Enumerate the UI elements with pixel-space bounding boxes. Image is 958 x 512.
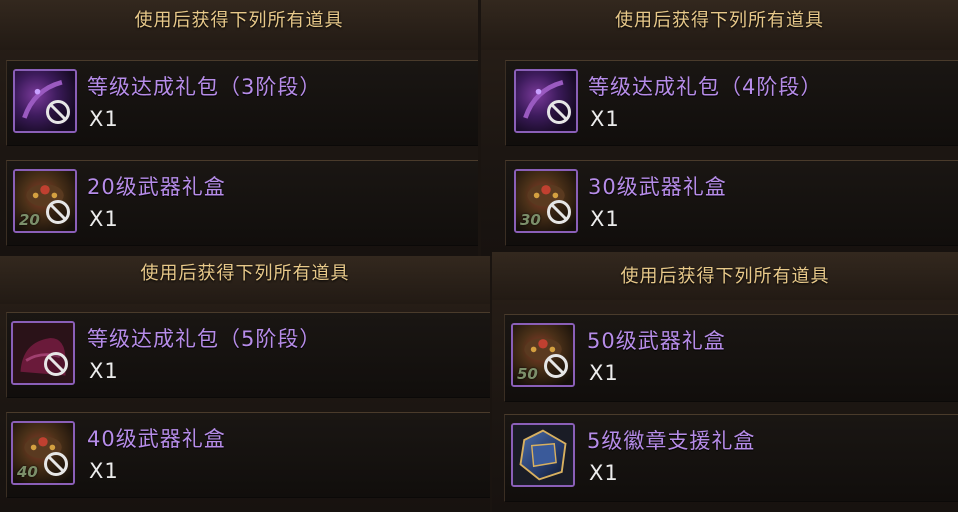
panel-title: 使用后获得下列所有道具	[620, 266, 830, 287]
item-name: 50级武器礼盒	[587, 329, 726, 353]
item-name: 等级达成礼包（4阶段）	[588, 75, 823, 99]
forbidden-icon	[43, 351, 69, 377]
forbidden-icon	[43, 451, 69, 477]
reward-item[interactable]: 40 40级武器礼盒 X1	[6, 412, 490, 498]
panel-title: 使用后获得下列所有道具	[615, 10, 824, 31]
item-quantity: X1	[589, 361, 619, 385]
weapon-box-icon: 40	[11, 421, 75, 485]
reward-panel-3: 使用后获得下列所有道具 等级达成礼包（5阶段） X1 40 40级武器礼盒 X1	[0, 256, 490, 512]
reward-item[interactable]: 等级达成礼包（4阶段） X1	[505, 60, 958, 146]
weapon-box-icon: 50	[511, 323, 575, 387]
item-quantity: X1	[589, 461, 619, 485]
gift-pack-icon	[514, 69, 578, 133]
item-name: 5级徽章支援礼盒	[587, 429, 756, 453]
item-name: 等级达成礼包（5阶段）	[87, 327, 322, 351]
item-name: 等级达成礼包（3阶段）	[87, 75, 322, 99]
emblem-box-icon	[511, 423, 575, 487]
level-badge: 40	[17, 463, 38, 481]
reward-panel-4: 使用后获得下列所有道具 50 50级武器礼盒 X1 5级徽章支援礼盒 X1	[492, 252, 958, 512]
item-name: 30级武器礼盒	[588, 175, 727, 199]
reward-item[interactable]: 30 30级武器礼盒 X1	[505, 160, 958, 246]
reward-panel-1: 使用后获得下列所有道具 等级达成礼包（3阶段） X1 20 20级武器礼盒 X1	[0, 0, 478, 256]
weapon-box-icon: 30	[514, 169, 578, 233]
level-badge: 20	[19, 211, 40, 229]
weapon-box-icon: 20	[13, 169, 77, 233]
gift-pack-icon	[11, 321, 75, 385]
gift-pack-icon	[13, 69, 77, 133]
reward-item[interactable]: 等级达成礼包（3阶段） X1	[6, 60, 478, 146]
reward-panel-2: 使用后获得下列所有道具 等级达成礼包（4阶段） X1 30 30级武器礼盒 X1	[481, 0, 958, 256]
item-name: 20级武器礼盒	[87, 175, 226, 199]
forbidden-icon	[45, 199, 71, 225]
item-quantity: X1	[89, 207, 119, 231]
forbidden-icon	[546, 99, 572, 125]
item-quantity: X1	[89, 459, 119, 483]
forbidden-icon	[546, 199, 572, 225]
level-badge: 30	[520, 211, 541, 229]
reward-item[interactable]: 5级徽章支援礼盒 X1	[504, 414, 958, 502]
item-quantity: X1	[89, 107, 119, 131]
item-quantity: X1	[590, 207, 620, 231]
reward-item[interactable]: 20 20级武器礼盒 X1	[6, 160, 478, 246]
reward-item[interactable]: 50 50级武器礼盒 X1	[504, 314, 958, 402]
item-name: 40级武器礼盒	[87, 427, 226, 451]
forbidden-icon	[543, 353, 569, 379]
level-badge: 50	[517, 365, 538, 383]
forbidden-icon	[45, 99, 71, 125]
reward-item[interactable]: 等级达成礼包（5阶段） X1	[6, 312, 490, 398]
item-quantity: X1	[590, 107, 620, 131]
panel-title: 使用后获得下列所有道具	[140, 263, 350, 284]
panel-title: 使用后获得下列所有道具	[134, 10, 344, 31]
item-quantity: X1	[89, 359, 119, 383]
